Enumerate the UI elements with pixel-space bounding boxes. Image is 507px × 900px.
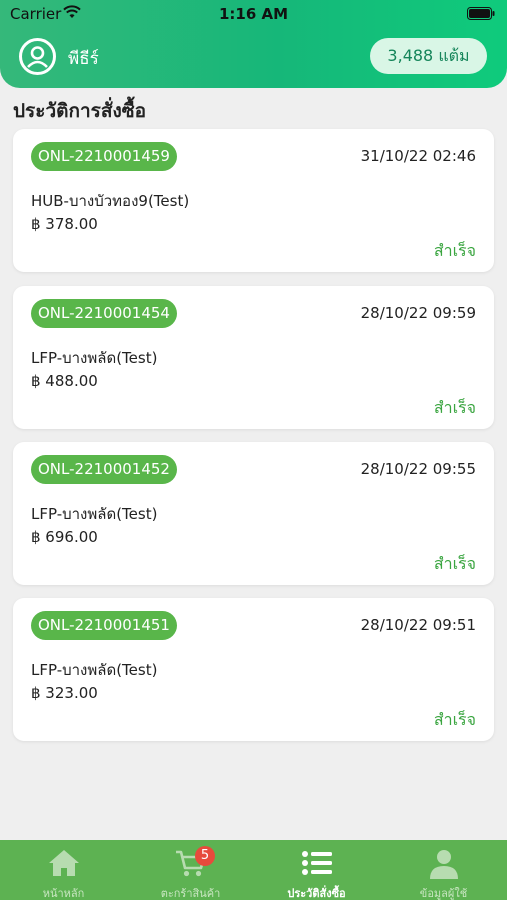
order-date: 28/10/22 09:59 [360, 304, 476, 322]
profile-avatar-icon[interactable] [19, 38, 56, 75]
home-icon [48, 850, 79, 876]
order-status: สำเร็จ [433, 554, 476, 573]
order-date: 28/10/22 09:51 [360, 616, 476, 634]
order-date: 31/10/22 02:46 [360, 147, 476, 165]
order-status: สำเร็จ [433, 398, 476, 417]
order-card[interactable]: ONL-2210001451 28/10/22 09:51 LFP-บางพลั… [13, 598, 494, 741]
order-status: สำเร็จ [433, 241, 476, 260]
order-store: LFP-บางพลัด(Test) [31, 349, 158, 367]
order-store: LFP-บางพลัด(Test) [31, 505, 158, 523]
order-amount: ฿ 696.00 [31, 528, 98, 546]
order-amount: ฿ 378.00 [31, 215, 98, 233]
status-time: 1:16 AM [218, 5, 289, 23]
order-card[interactable]: ONL-2210001454 28/10/22 09:59 LFP-บางพลั… [13, 286, 494, 429]
order-card[interactable]: ONL-2210001452 28/10/22 09:55 LFP-บางพลั… [13, 442, 494, 585]
nav-item-order-history[interactable]: ประวัติสั่งซื้อ [253, 840, 380, 900]
nav-label: หน้าหลัก [42, 887, 85, 900]
points-badge[interactable]: 3,488 แต้ม [370, 38, 487, 74]
nav-label: ประวัติสั่งซื้อ [287, 887, 346, 900]
status-bar: Carrier 1:16 AM [0, 0, 507, 28]
bottom-nav: หน้าหลัก 5 ตะกร้าสินค้า ประวัติสั่งซื้อ … [0, 840, 507, 900]
order-store: HUB-บางบัวทอง9(Test) [31, 192, 190, 210]
nav-item-profile[interactable]: ข้อมูลผู้ใช้ [380, 840, 507, 900]
order-id-badge: ONL-2210001452 [31, 455, 177, 484]
user-name: พีธีร์ [68, 49, 99, 69]
user-icon [429, 850, 458, 879]
app-header: Carrier 1:16 AM พีธีร์ 3,488 แต้ม [0, 0, 507, 88]
cart-count-badge: 5 [195, 846, 215, 866]
battery-icon [467, 7, 495, 20]
order-status: สำเร็จ [433, 710, 476, 729]
order-id-badge: ONL-2210001454 [31, 299, 177, 328]
order-id-badge: ONL-2210001451 [31, 611, 177, 640]
order-store: LFP-บางพลัด(Test) [31, 661, 158, 679]
order-id-badge: ONL-2210001459 [31, 142, 177, 171]
order-amount: ฿ 323.00 [31, 684, 98, 702]
list-icon [301, 851, 332, 875]
order-date: 28/10/22 09:55 [360, 460, 476, 478]
nav-label: ตะกร้าสินค้า [160, 887, 221, 900]
order-amount: ฿ 488.00 [31, 372, 98, 390]
page-title: ประวัติการสั่งซื้อ [13, 100, 147, 122]
order-card[interactable]: ONL-2210001459 31/10/22 02:46 HUB-บางบัว… [13, 129, 494, 272]
nav-item-home[interactable]: หน้าหลัก [0, 840, 127, 900]
nav-item-cart[interactable]: 5 ตะกร้าสินค้า [127, 840, 254, 900]
nav-label: ข้อมูลผู้ใช้ [419, 887, 468, 900]
